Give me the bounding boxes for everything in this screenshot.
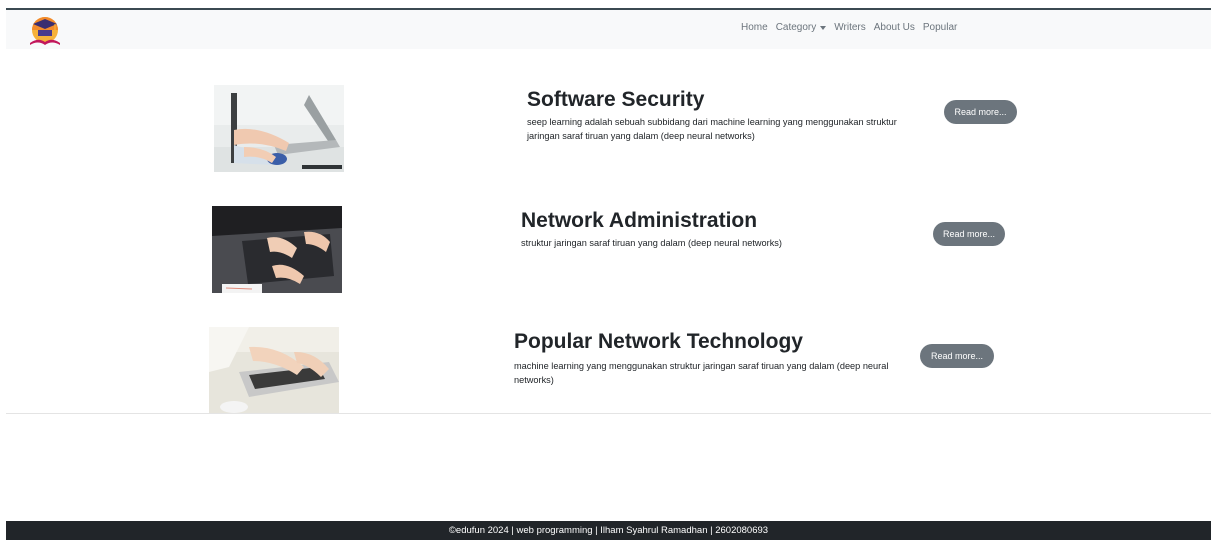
nav-links: Home Category Writers About Us Popular <box>741 22 957 33</box>
read-more-button[interactable]: Read more... <box>920 344 994 368</box>
article-title[interactable]: Software Security <box>527 88 704 112</box>
graduation-cap-book-logo-icon[interactable] <box>26 13 64 47</box>
article-thumbnail <box>214 85 344 172</box>
nav-category-dropdown[interactable]: Category <box>776 22 827 33</box>
read-more-button[interactable]: Read more... <box>933 222 1005 246</box>
article-title[interactable]: Popular Network Technology <box>514 330 803 354</box>
nav-home[interactable]: Home <box>741 22 768 33</box>
article-thumbnail <box>209 327 339 414</box>
page: Home Category Writers About Us Popular S… <box>6 8 1211 540</box>
article-description: seep learning adalah sebuah subbidang da… <box>527 117 897 141</box>
article-description: machine learning yang menggunakan strukt… <box>514 361 889 385</box>
footer-text: ©edufun 2024 | web programming | Ilham S… <box>448 525 769 536</box>
caret-down-icon <box>820 25 827 30</box>
article-description: struktur jaringan saraf tiruan yang dala… <box>521 238 782 248</box>
nav-category-label: Category <box>775 22 817 33</box>
navbar: Home Category Writers About Us Popular <box>6 10 1211 49</box>
article-title[interactable]: Network Administration <box>521 209 757 233</box>
nav-popular[interactable]: Popular <box>923 22 957 33</box>
footer: ©edufun 2024 | web programming | Ilham S… <box>6 521 1211 540</box>
nav-writers[interactable]: Writers <box>834 22 865 33</box>
nav-about-us[interactable]: About Us <box>874 22 915 33</box>
article-thumbnail <box>212 206 342 293</box>
read-more-button[interactable]: Read more... <box>944 100 1017 124</box>
divider <box>6 413 1211 414</box>
